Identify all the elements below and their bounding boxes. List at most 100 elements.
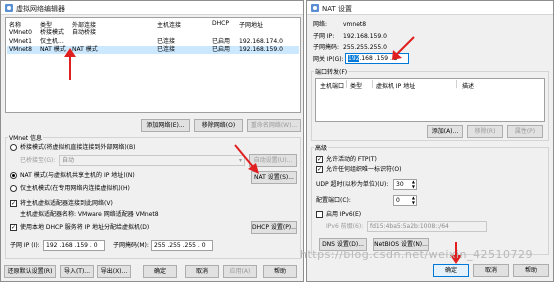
spinner-icon: ▲ ▼ — [411, 179, 415, 189]
row-name: VMnet0 — [9, 29, 32, 36]
bridged-to-select[interactable]: 自动 ▾ — [59, 155, 245, 166]
cancel-button[interactable]: 取消 — [185, 265, 219, 278]
ipv6-prefix-label: IPv6 前缀(6): — [326, 223, 364, 230]
network-label: 网络: — [313, 21, 328, 28]
vne-title: 虚拟网络编辑器 — [16, 5, 65, 13]
import-button[interactable]: 导入(T)... — [60, 265, 94, 278]
enable-ipv6-label: 启用 IPv6(E) — [326, 211, 362, 218]
network-list[interactable]: 名称 类型 外部连接 主机连接 DHCP 子网地址 VMnet0 桥接模式 自动… — [5, 17, 301, 113]
row-dhcp: 已启用 — [212, 38, 231, 45]
config-port-input[interactable]: 0 ▲ ▼ — [393, 195, 417, 206]
add-network-button[interactable]: 添加网络(E)... — [141, 119, 190, 132]
bridge-mode-radio[interactable] — [10, 144, 17, 151]
config-port-label: 配置端口(C): — [316, 197, 351, 204]
pf-remove-button[interactable]: 移除(R) — [467, 125, 503, 138]
watermark: https://blog.csdn.net/weixin_42510729 — [300, 248, 534, 261]
row-external: 自动桥接 — [72, 29, 97, 36]
row-name: VMnet1 — [9, 38, 32, 45]
use-dhcp-label: 使用本地 DHCP 服务将 IP 地址分配给虚拟机(D) — [20, 224, 150, 231]
nat-subnet-mask-value: 255.255.255.0 — [343, 44, 387, 51]
nat-titlebar: NAT 设置 — [307, 1, 553, 15]
rename-network-button[interactable]: 重命名网络(W)... — [247, 119, 301, 132]
row-name: VMnet8 — [9, 46, 32, 53]
row-type: 仅主机... — [40, 38, 64, 45]
ok-button[interactable]: 确定 — [143, 265, 177, 278]
spinner-icon: ▲ ▼ — [411, 195, 415, 205]
subnet-ip-label: 子网 IP (I): — [10, 242, 40, 249]
pf-col-type[interactable]: 类型 — [350, 81, 362, 90]
nat-cancel-button[interactable]: 取消 — [473, 264, 509, 277]
help-button[interactable]: 帮助 — [263, 265, 297, 278]
allow-ftp-checkbox[interactable]: ✓ — [316, 156, 323, 163]
advanced-title: 高级 — [314, 143, 329, 152]
adapter-name-text: 主机虚拟适配器名称: VMware 网络适配器 VMnet8 — [20, 211, 159, 218]
apply-button[interactable]: 应用(A) — [223, 265, 257, 278]
col-host[interactable]: 主机连接 — [157, 20, 181, 29]
remove-network-button[interactable]: 移除网络(O) — [194, 119, 243, 132]
table-row[interactable]: VMnet0 桥接模式 自动桥接 — [6, 29, 300, 37]
use-dhcp-checkbox[interactable]: ✓ — [10, 224, 17, 231]
gateway-ip-input[interactable]: 192.168 .159 . 2 — [345, 53, 409, 64]
chevron-down-icon: ▾ — [238, 157, 242, 164]
bridge-mode-label: 桥接模式(将虚拟机直接连接到外部网络)(B) — [20, 144, 136, 151]
row-dhcp: 已启用 — [212, 46, 231, 53]
pf-col-desc[interactable]: 描述 — [462, 81, 474, 90]
row-subnet: 192.168.159.0 — [239, 46, 283, 53]
host-only-radio[interactable] — [10, 185, 17, 192]
export-button[interactable]: 导出(X)... — [97, 265, 131, 278]
subnet-ip-input[interactable]: 192 .168 .159 . 0 — [43, 240, 105, 251]
pf-properties-button[interactable]: 属性(P) — [507, 125, 543, 138]
nat-settings-button[interactable]: NAT 设置(S)... — [251, 171, 297, 184]
auto-settings-button[interactable]: 自动设置(U)... — [249, 154, 297, 167]
gateway-label: 网关 IP(G): — [313, 56, 344, 63]
gateway-octets-rest: .168 .159 . 2 — [359, 55, 398, 62]
vmnet-info-title: VMnet 信息 — [8, 133, 44, 142]
allow-oui-checkbox[interactable]: ✓ — [316, 166, 323, 173]
allow-ftp-label: 允许活动的 FTP(T) — [326, 156, 377, 163]
nat-help-button[interactable]: 帮助 — [513, 264, 549, 277]
subnet-mask-label: 子网掩码(M): — [113, 242, 149, 249]
pf-col-host-port[interactable]: 主机端口 — [320, 81, 344, 90]
col-dhcp[interactable]: DHCP — [212, 20, 229, 27]
vmware-app-icon — [5, 4, 13, 12]
udp-timeout-input[interactable]: 30 ▲ ▼ — [393, 179, 417, 190]
port-forwarding-title: 端口转发(F) — [314, 67, 349, 76]
connect-adapter-label: 将主机虚拟适配器连接到此网络(V) — [20, 200, 113, 207]
network-value: vmnet8 — [343, 21, 367, 28]
vmware-app-icon — [311, 4, 319, 12]
row-host: 已连接 — [157, 38, 176, 45]
row-subnet: 192.168.174.0 — [239, 38, 283, 45]
nat-ok-button[interactable]: 确定 — [433, 264, 469, 277]
virtual-network-editor-window: 虚拟网络编辑器 名称 类型 外部连接 主机连接 DHCP 子网地址 VMnet0… — [0, 0, 304, 282]
row-type: 桥接模式 — [40, 29, 65, 36]
nat-subnet-ip-label: 子网 IP: — [313, 33, 335, 40]
pf-add-button[interactable]: 添加(A)... — [427, 125, 463, 138]
host-only-label: 仅主机模式(在专用网络内连接虚拟机)(H) — [20, 185, 130, 192]
row-type: NAT 模式 — [40, 46, 66, 53]
bridged-to-value: 自动 — [62, 157, 75, 164]
connect-adapter-checkbox[interactable]: ✓ — [10, 200, 17, 207]
col-type[interactable]: 类型 — [40, 20, 52, 29]
bridged-to-label: 已桥接至(G): — [20, 157, 56, 164]
port-forwarding-list[interactable]: 主机端口 类型 虚拟机 IP 地址 描述 — [315, 78, 545, 122]
table-row[interactable]: VMnet1 仅主机... 已连接 已启用 192.168.174.0 — [6, 38, 300, 46]
col-external[interactable]: 外部连接 — [72, 20, 96, 29]
nat-subnet-mask-label: 子网掩码: — [313, 44, 340, 51]
nat-subnet-ip-value: 192.168.159.0 — [343, 33, 387, 40]
allow-oui-label: 允许任何组织唯一标识符(O) — [326, 166, 402, 173]
row-host: 已连接 — [157, 46, 176, 53]
col-name[interactable]: 名称 — [9, 20, 21, 29]
table-row-selected[interactable]: VMnet8 NAT 模式 NAT 模式 已连接 已启用 192.168.159… — [7, 46, 299, 54]
gateway-octet-selected: 192 — [348, 55, 360, 62]
nat-mode-radio[interactable] — [10, 172, 17, 179]
pf-col-vm-ip[interactable]: 虚拟机 IP 地址 — [376, 81, 415, 90]
subnet-mask-input[interactable]: 255 .255 .255 . 0 — [151, 240, 213, 251]
nat-mode-label: NAT 模式(与虚拟机共享主机的 IP 地址)(N) — [20, 172, 135, 179]
col-subnet[interactable]: 子网地址 — [239, 20, 263, 29]
restore-defaults-button[interactable]: 还原默认设置(R) — [4, 265, 56, 278]
dhcp-settings-button[interactable]: DHCP 设置(P)... — [251, 221, 297, 234]
ipv6-prefix-input[interactable]: fd15:4ba5:5a2b:1008::/64 — [367, 221, 487, 232]
udp-timeout-value: 30 — [396, 181, 404, 188]
nat-title: NAT 设置 — [322, 5, 352, 13]
enable-ipv6-checkbox[interactable] — [316, 211, 323, 218]
